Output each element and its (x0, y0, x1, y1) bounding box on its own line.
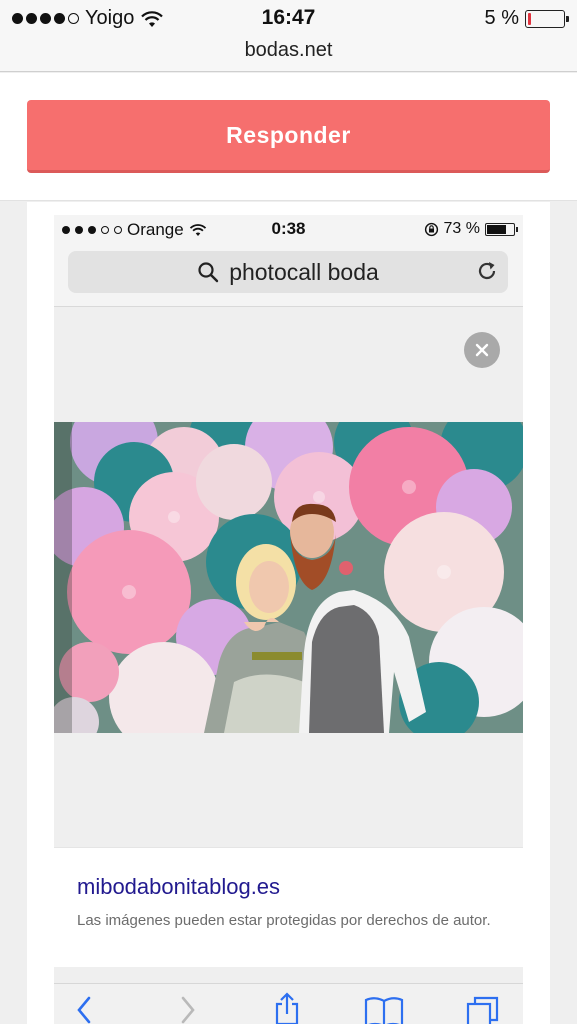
copyright-note: Las imágenes pueden estar protegidas por… (77, 912, 491, 929)
rotation-lock-icon (424, 222, 438, 236)
domain-label: bodas.net (244, 39, 333, 61)
address-bar[interactable]: bodas.net (0, 36, 577, 72)
result-image[interactable] (54, 422, 523, 733)
embedded-search-bar-area: photocall boda (54, 245, 523, 307)
status-bar: Yoigo 16:47 5 % (0, 0, 577, 36)
source-link[interactable]: mibodabonitablog.es (77, 874, 280, 900)
forward-icon[interactable] (180, 996, 196, 1024)
image-source: mibodabonitablog.es Las imágenes pueden … (54, 847, 523, 967)
embedded-status-bar: Orange 0:38 73 % (54, 215, 523, 245)
photocall-photo-icon (54, 422, 523, 733)
embedded-battery-icon (485, 222, 518, 236)
share-icon[interactable] (274, 992, 300, 1024)
reload-icon[interactable] (476, 260, 498, 282)
embedded-battery-percent: 73 % (443, 220, 480, 237)
tabs-icon[interactable] (466, 996, 500, 1024)
battery-icon (525, 9, 569, 28)
search-query: photocall boda (229, 258, 379, 285)
action-panel: Responder (0, 73, 577, 201)
embedded-browser-toolbar (54, 983, 523, 1024)
close-icon[interactable] (464, 332, 500, 368)
bookmarks-icon[interactable] (364, 996, 404, 1024)
post-card: Orange 0:38 73 % photocall boda mibodabo… (27, 202, 550, 1024)
battery-percent: 5 % (484, 7, 519, 29)
embedded-screenshot: Orange 0:38 73 % photocall boda mibodabo… (54, 215, 523, 1024)
back-icon[interactable] (76, 996, 92, 1024)
embedded-search-field[interactable]: photocall boda (68, 251, 508, 293)
search-icon (198, 262, 219, 283)
embedded-battery-group: 73 % (424, 220, 518, 238)
battery-group: 5 % (484, 7, 569, 30)
respond-button[interactable]: Responder (27, 100, 550, 173)
